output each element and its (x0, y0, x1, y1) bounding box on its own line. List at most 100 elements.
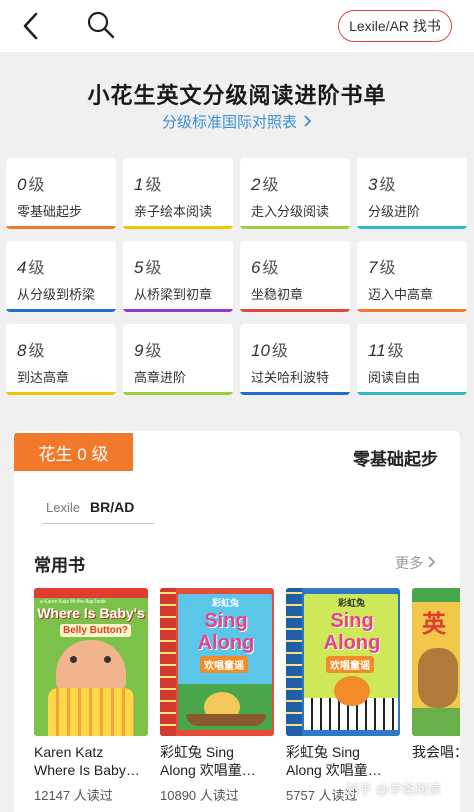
book-title: 彩虹兔 Sing (160, 744, 234, 760)
book-title-line2: Along 欢唱童… (286, 762, 382, 778)
level-unit: 级 (379, 177, 396, 194)
level-tag: 花生 0 级 (14, 433, 133, 471)
cover-brand-text: 彩虹兔 (338, 598, 366, 608)
level-color-bar (123, 392, 233, 395)
level-unit: 级 (28, 260, 45, 277)
level-tile-8[interactable]: 8 级到达高章 (6, 324, 116, 395)
level-number-value: 0 (17, 175, 27, 194)
lexile-underline (42, 523, 154, 524)
level-number: 7级 (368, 254, 395, 278)
book-title: 彩虹兔 Sing (286, 744, 360, 760)
level-number: 11 级 (368, 337, 404, 361)
lexile-label: Lexile (46, 500, 80, 515)
level-unit: 级 (262, 177, 279, 194)
book-title: 我会唱： (412, 744, 460, 760)
level-tile-7[interactable]: 7 级迈入中高章 (357, 241, 467, 312)
level-tile-3[interactable]: 3 级分级进阶 (357, 158, 467, 229)
level-description: 零基础起步 (17, 204, 83, 219)
level-unit: 级 (145, 177, 162, 194)
common-books-heading: 常用书 (34, 556, 85, 575)
book-title-line2: Along 欢唱童… (160, 762, 256, 778)
level-tile-9[interactable]: 9 级高章进阶 (123, 324, 233, 395)
level-tile-5[interactable]: 5 级从桥梁到初章 (123, 241, 233, 312)
level-number: 2级 (251, 171, 278, 195)
level-color-bar (6, 309, 116, 312)
book-item[interactable]: 英 我会唱： (412, 588, 460, 761)
level-tile-11[interactable]: 11 级阅读自由 (357, 324, 467, 395)
more-link[interactable]: 更多 (395, 553, 436, 573)
top-bar: Lexile/AR 找书 (0, 0, 474, 52)
cover-title-text: Sing Along (197, 610, 255, 654)
book-cover-image: 彩虹兔 Sing Along 欢唱童谣 (286, 588, 400, 736)
standards-comparison-label: 分级标准国际对照表 (161, 114, 297, 131)
back-arrow-icon[interactable] (16, 10, 48, 42)
level-grid: 0 级零基础起步 1 级亲子绘本阅读 2 级走入分级阅读 3 级分级进阶 4 级从分级到桥梁 5 级从… (6, 158, 468, 395)
level-description: 到达高章 (17, 370, 70, 385)
lexile-range: Lexile BR/AD (46, 499, 134, 515)
level-description: 走入分级阅读 (251, 204, 330, 219)
level-color-bar (240, 226, 350, 229)
level-number: 10 级 (251, 337, 288, 361)
level-number-value: 9 (134, 341, 144, 360)
level-tile-10[interactable]: 10 级过关哈利波特 (240, 324, 350, 395)
level-number: 9级 (134, 337, 161, 361)
cover-title-text: 英 (422, 611, 446, 638)
level-number: 1级 (134, 171, 161, 195)
chevron-right-icon (427, 555, 436, 571)
lexile-value: BR/AD (89, 499, 135, 515)
level-tile-0[interactable]: 0 级零基础起步 (6, 158, 116, 229)
level-number-value: 5 (134, 258, 144, 277)
book-item[interactable]: a Karen Katz lift-the-flap book Where Is… (34, 588, 152, 804)
level-description: 分级进阶 (368, 204, 421, 219)
level-color-bar (357, 392, 467, 395)
level-description: 阅读自由 (368, 370, 421, 385)
page-title: 小花生英文分级阅读进阶书单 (87, 83, 387, 108)
level-unit: 级 (28, 343, 45, 360)
level-color-bar (6, 226, 116, 229)
standards-comparison-link[interactable]: 分级标准国际对照表 (0, 111, 474, 132)
level-number: 8级 (17, 337, 44, 361)
level-unit: 级 (387, 343, 404, 360)
more-label: 更多 (395, 555, 424, 571)
level-number: 6级 (251, 254, 278, 278)
level-color-bar (240, 309, 350, 312)
lexile-ar-find-book-button[interactable]: Lexile/AR 找书 (338, 10, 452, 42)
book-item[interactable]: 彩虹兔 Sing Along 欢唱童谣 彩虹兔 Sing Along 欢唱童… … (160, 588, 278, 804)
cover-subtitle-text: 欢唱童谣 (326, 656, 374, 673)
book-cover-image: a Karen Katz lift-the-flap book Where Is… (34, 588, 148, 736)
level-unit: 级 (145, 343, 162, 360)
level-tile-4[interactable]: 4 级从分级到桥梁 (6, 241, 116, 312)
level-unit: 级 (271, 343, 288, 360)
level-detail-card: 花生 0 级 零基础起步 Lexile BR/AD 常用书 更多 a Karen … (14, 431, 460, 812)
book-cover-image: 彩虹兔 Sing Along 欢唱童谣 (160, 588, 274, 736)
level-description: 过关哈利波特 (251, 370, 330, 385)
level-color-bar (123, 226, 233, 229)
level-number-value: 8 (17, 341, 27, 360)
level-color-bar (123, 309, 233, 312)
level-tile-2[interactable]: 2 级走入分级阅读 (240, 158, 350, 229)
cover-title-text: Sing Along (323, 610, 381, 654)
book-read-count: 12147 人读过 (34, 788, 113, 803)
level-description: 坐稳初章 (251, 287, 304, 302)
level-number-value: 6 (251, 258, 261, 277)
level-unit: 级 (145, 260, 162, 277)
level-description: 从桥梁到初章 (134, 287, 213, 302)
book-read-count: 10890 人读过 (160, 788, 239, 803)
watermark: 知乎 @学爸阅读 (346, 782, 441, 797)
search-icon[interactable] (84, 8, 118, 42)
level-tile-6[interactable]: 6 级坐稳初章 (240, 241, 350, 312)
book-cover-image: 英 (412, 588, 460, 736)
cover-brand-text: 彩虹兔 (212, 598, 240, 608)
level-description: 迈入中高章 (368, 287, 434, 302)
level-unit: 级 (262, 260, 279, 277)
level-number: 4级 (17, 254, 44, 278)
level-number-value: 3 (368, 175, 378, 194)
cover-subtitle-text: 欢唱童谣 (200, 656, 248, 673)
level-tile-1[interactable]: 1 级亲子绘本阅读 (123, 158, 233, 229)
book-item[interactable]: 彩虹兔 Sing Along 欢唱童谣 彩虹兔 Sing Along 欢唱童… … (286, 588, 404, 804)
level-number: 5级 (134, 254, 161, 278)
level-color-bar (6, 392, 116, 395)
level-color-bar (357, 309, 467, 312)
level-number-value: 1 (134, 175, 144, 194)
level-number-value: 11 (368, 341, 386, 360)
